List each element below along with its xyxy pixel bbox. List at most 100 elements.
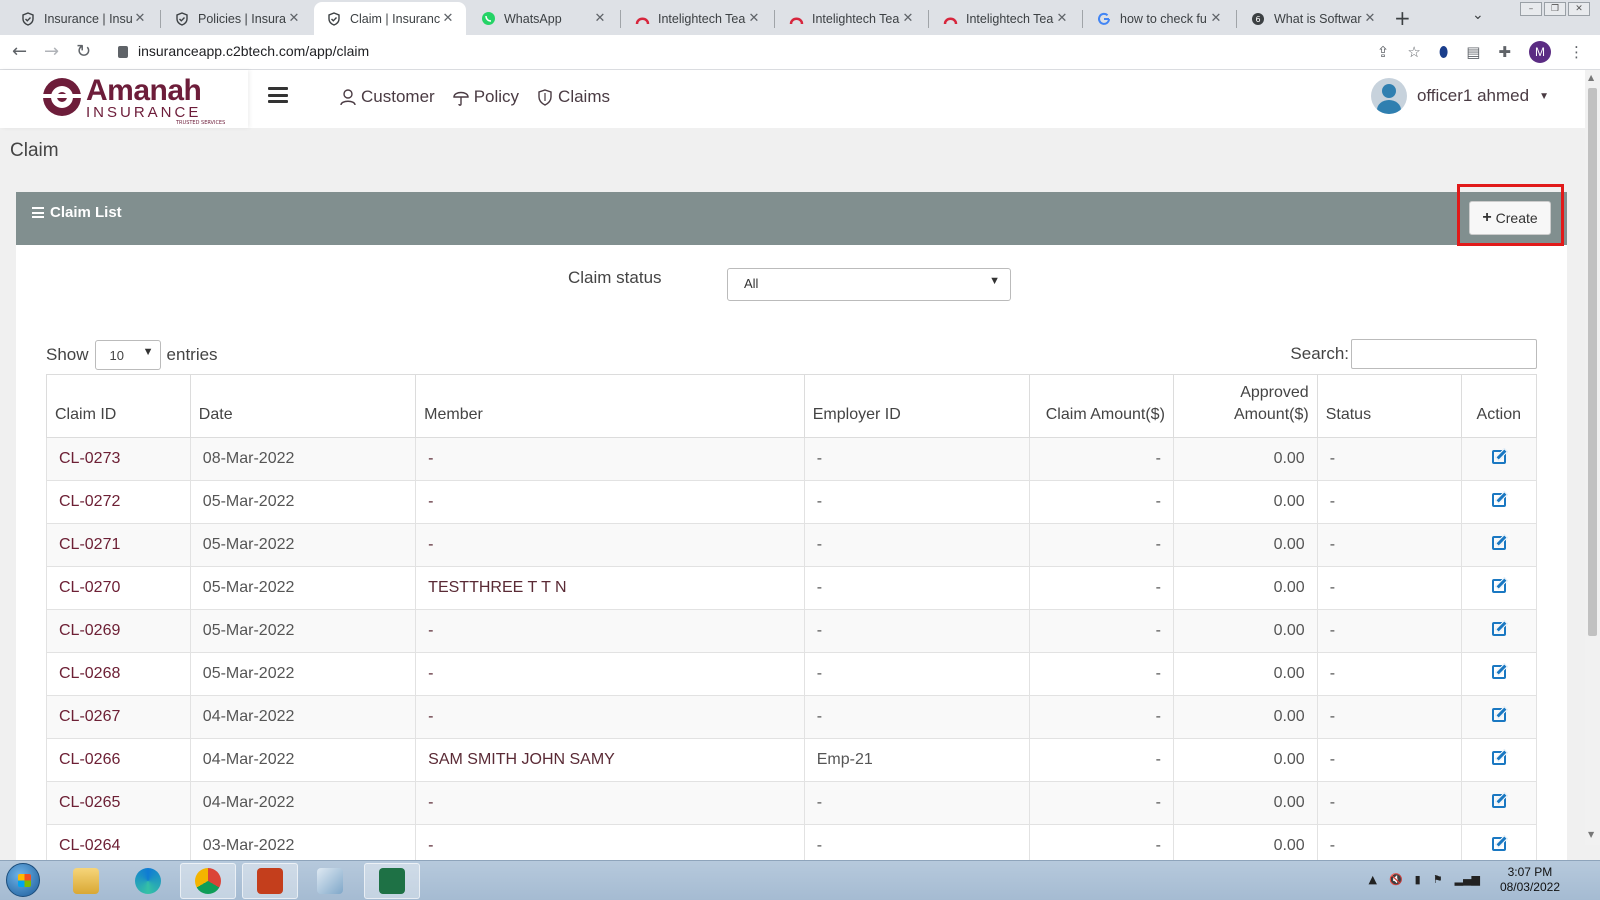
close-icon[interactable]: ✕ xyxy=(746,11,762,26)
close-icon[interactable]: ✕ xyxy=(440,11,456,26)
edit-icon[interactable] xyxy=(1491,535,1506,550)
date-cell: 05-Mar-2022 xyxy=(189,523,417,567)
close-icon[interactable]: ✕ xyxy=(1362,11,1378,26)
employer-id-cell: - xyxy=(803,609,1031,653)
column-header-status[interactable]: Status xyxy=(1316,374,1462,438)
edit-icon[interactable] xyxy=(1491,621,1506,636)
edit-icon[interactable] xyxy=(1491,750,1506,765)
edit-icon[interactable] xyxy=(1491,664,1506,679)
column-header-claim-id[interactable]: Claim ID xyxy=(46,374,191,438)
approved-amount-cell: 0.00 xyxy=(1172,652,1318,696)
edit-icon[interactable] xyxy=(1491,707,1506,722)
close-icon[interactable]: ✕ xyxy=(1208,11,1224,26)
file-explorer-icon[interactable] xyxy=(58,863,114,899)
close-icon[interactable]: ✕ xyxy=(900,11,916,26)
logo[interactable]: Amanah INSURANCE TRUSTED SERVICES xyxy=(0,70,248,128)
column-header-member[interactable]: Member xyxy=(415,374,805,438)
close-icon[interactable]: ✕ xyxy=(1054,11,1070,26)
edit-icon[interactable] xyxy=(1491,836,1506,851)
hamburger-menu-icon[interactable] xyxy=(268,87,288,103)
nav-item-policy[interactable]: Policy xyxy=(452,87,519,107)
start-button[interactable] xyxy=(6,863,40,897)
employer-id-cell: - xyxy=(803,523,1031,567)
logo-tagline: TRUSTED SERVICES xyxy=(176,120,226,126)
powerpoint-icon[interactable] xyxy=(242,863,298,899)
column-header-date[interactable]: Date xyxy=(189,374,417,438)
excel-icon[interactable] xyxy=(364,863,420,899)
member-cell: - xyxy=(415,480,805,524)
close-icon[interactable]: ✕ xyxy=(592,11,608,26)
battery-icon[interactable]: ▮ xyxy=(1415,873,1421,886)
edit-icon[interactable] xyxy=(1491,578,1506,593)
forward-icon[interactable]: → xyxy=(44,41,59,62)
column-header-approved-amount[interactable]: Approved Amount($) xyxy=(1172,374,1318,438)
browser-tab[interactable]: Policies | Insuran ✕ xyxy=(162,2,312,35)
claim-status-select[interactable]: All ▼ xyxy=(727,268,1011,301)
chevron-down-icon: ▼ xyxy=(989,275,1000,287)
puzzle-icon[interactable]: ✚ xyxy=(1498,43,1511,61)
claim-status-label: Claim status xyxy=(568,268,662,287)
status-cell: - xyxy=(1316,652,1462,696)
google-icon xyxy=(1096,11,1112,27)
browser-tab[interactable]: WhatsApp ✕ xyxy=(468,2,618,35)
volume-icon[interactable]: 🔇 xyxy=(1389,873,1403,886)
browser-tab[interactable]: 6 What is Software ✕ xyxy=(1238,2,1388,35)
chrome-icon[interactable] xyxy=(180,863,236,899)
scroll-up-icon[interactable]: ▲ xyxy=(1588,73,1594,82)
star-icon[interactable]: ☆ xyxy=(1407,43,1420,61)
reload-icon[interactable]: ↻ xyxy=(76,41,91,62)
edit-icon[interactable] xyxy=(1491,793,1506,808)
action-cell xyxy=(1460,781,1537,825)
browser-tab[interactable]: Intelightech Tear ✕ xyxy=(930,2,1080,35)
scrollbar-thumb[interactable] xyxy=(1588,88,1597,636)
notepad-icon[interactable] xyxy=(302,863,358,899)
status-cell: - xyxy=(1316,566,1462,610)
extension-icon[interactable]: ⬮ xyxy=(1439,43,1448,61)
edge-icon[interactable] xyxy=(120,863,176,899)
create-button[interactable]: + Create xyxy=(1469,201,1551,235)
signal-icon[interactable]: ▂▄▆ xyxy=(1455,873,1480,886)
taskbar-clock[interactable]: 3:07 PM 08/03/2022 xyxy=(1500,865,1560,895)
network-warning-icon[interactable]: ⚑ xyxy=(1433,873,1443,886)
edit-icon[interactable] xyxy=(1491,449,1506,464)
profile-avatar[interactable]: M xyxy=(1529,41,1551,63)
share-icon[interactable]: ⇪ xyxy=(1377,43,1390,61)
member-cell: - xyxy=(415,781,805,825)
status-cell: - xyxy=(1316,437,1462,481)
browser-tab[interactable]: how to check fu ✕ xyxy=(1084,2,1234,35)
close-window-button[interactable]: ✕ xyxy=(1568,2,1590,16)
chevron-down-icon[interactable]: ⌄ xyxy=(1472,7,1484,23)
table-row: CL-0267 04-Mar-2022- - -0.00- xyxy=(46,695,1537,739)
edit-icon[interactable] xyxy=(1491,492,1506,507)
scroll-down-icon[interactable]: ▼ xyxy=(1588,830,1594,839)
maximize-button[interactable]: ❐ xyxy=(1544,2,1566,16)
column-header-claim-amount[interactable]: Claim Amount($) xyxy=(1029,374,1174,438)
member-cell: - xyxy=(415,523,805,567)
browser-tab-active[interactable]: Claim | Insurance ✕ xyxy=(314,2,466,35)
column-header-employer-id[interactable]: Employer ID xyxy=(803,374,1031,438)
close-icon[interactable]: ✕ xyxy=(132,11,148,26)
page-scrollbar[interactable]: ▲ ▼ xyxy=(1585,70,1600,845)
tray-expand-icon[interactable]: ▲ xyxy=(1369,873,1377,886)
user-menu[interactable]: officer1 ahmed ▼ xyxy=(1370,78,1549,114)
kebab-menu-icon[interactable]: ⋮ xyxy=(1569,43,1584,61)
back-icon[interactable]: ← xyxy=(12,41,27,62)
employer-id-cell: - xyxy=(803,781,1031,825)
search-input[interactable] xyxy=(1351,339,1537,369)
browser-tab[interactable]: Intelightech Tear ✕ xyxy=(622,2,772,35)
url-field[interactable]: insuranceapp.c2btech.com/app/claim xyxy=(118,43,369,59)
new-tab-button[interactable]: + xyxy=(1394,6,1411,30)
clipboard-icon[interactable]: ▤ xyxy=(1466,43,1480,61)
minimize-button[interactable]: – xyxy=(1520,2,1542,16)
status-cell: - xyxy=(1316,480,1462,524)
nav-item-customer[interactable]: Customer xyxy=(340,87,435,107)
browser-tab[interactable]: Intelightech Tear ✕ xyxy=(776,2,926,35)
browser-tab-bar: Insurance | Insura ✕ Policies | Insuran … xyxy=(0,0,1600,35)
claim-id-cell: CL-0272 xyxy=(46,480,191,524)
entries-select[interactable]: 10 ▼ xyxy=(94,340,161,370)
member-cell: - xyxy=(415,437,805,481)
table-row: CL-0268 05-Mar-2022- - -0.00- xyxy=(46,652,1537,696)
browser-tab[interactable]: Insurance | Insura ✕ xyxy=(8,2,158,35)
close-icon[interactable]: ✕ xyxy=(286,11,302,26)
nav-item-claims[interactable]: Claims xyxy=(537,87,610,107)
